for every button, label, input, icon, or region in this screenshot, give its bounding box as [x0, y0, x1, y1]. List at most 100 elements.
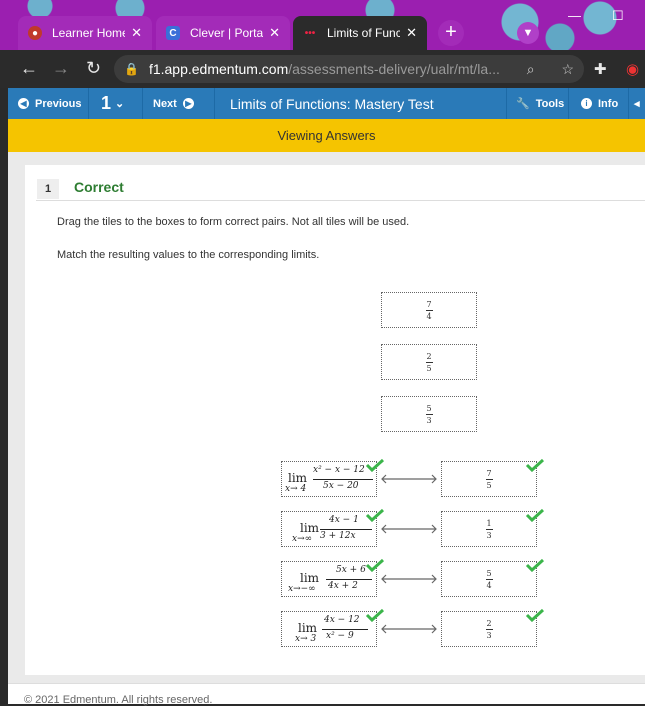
- back-icon[interactable]: ←: [20, 58, 38, 79]
- limit-numerator: 4x − 1: [329, 515, 359, 525]
- instruction-text: Drag the tiles to the boxes to form corr…: [57, 216, 410, 228]
- limit-denominator: 4x + 2: [328, 581, 358, 591]
- tile-numerator: 7: [426, 299, 432, 309]
- limit-symbol: lim: [288, 471, 308, 485]
- close-icon[interactable]: ✕: [131, 25, 142, 41]
- previous-label: Previous: [35, 97, 82, 110]
- question-status: Correct: [74, 179, 124, 195]
- extensions-puzzle-icon[interactable]: ✚: [594, 60, 607, 78]
- divider: [36, 200, 645, 201]
- tile-denominator: 3: [426, 415, 432, 425]
- answer-numerator: 2: [486, 618, 492, 628]
- limit-numerator: x² − x − 12: [313, 465, 365, 475]
- forward-icon[interactable]: →: [52, 58, 70, 79]
- check-icon: [365, 458, 385, 472]
- tools-button[interactable]: 🔧 Tools: [506, 88, 569, 119]
- limit-symbol: lim: [298, 621, 318, 635]
- url-field[interactable]: 🔒 f1.app.edmentum.com/assessments-delive…: [114, 55, 584, 83]
- tab-label: Limits of Func: [327, 26, 401, 40]
- maximize-icon[interactable]: ☐: [612, 8, 624, 24]
- search-icon[interactable]: ⌕: [515, 61, 535, 78]
- star-icon[interactable]: ☆: [549, 61, 574, 78]
- tile-denominator: 5: [426, 363, 432, 373]
- answer-tile[interactable]: 53: [381, 396, 477, 432]
- lock-icon: 🔒: [124, 62, 139, 76]
- limit-subscript: x→−∞: [288, 584, 316, 594]
- browser-tab-clever[interactable]: C Clever | Portal ✕: [156, 16, 290, 50]
- limit-subscript: x→ 3: [295, 634, 317, 644]
- answer-tile[interactable]: 25: [381, 344, 477, 380]
- answer-numerator: 7: [486, 468, 492, 478]
- answer-denominator: 5: [486, 480, 492, 490]
- answer-denominator: 4: [486, 580, 492, 590]
- check-icon: [525, 508, 545, 522]
- limit-denominator: 5x − 20: [323, 481, 359, 491]
- double-arrow-icon: [381, 624, 437, 634]
- check-icon: [525, 558, 545, 572]
- minimize-icon[interactable]: —: [568, 8, 581, 23]
- answer-drop-box[interactable]: 54: [441, 561, 537, 597]
- address-bar-row: ← → ↻ 🔒 f1.app.edmentum.com/assessments-…: [0, 50, 645, 88]
- browser-tab-bar: ● Learner Home ✕ C Clever | Portal ✕ •••…: [0, 0, 645, 50]
- clever-icon: C: [166, 26, 180, 40]
- answer-denominator: 3: [486, 630, 492, 640]
- answer-denominator: 3: [486, 530, 492, 540]
- limit-symbol: lim: [300, 571, 320, 585]
- fraction-bar: [320, 529, 372, 530]
- fraction-bar: [326, 579, 372, 580]
- check-icon: [365, 508, 385, 522]
- tab-label: Clever | Portal: [190, 26, 264, 40]
- tile-numerator: 2: [426, 351, 432, 361]
- tab-search-icon[interactable]: ▼: [517, 22, 539, 44]
- fraction-bar: [313, 479, 373, 480]
- question-number: 1: [101, 93, 112, 113]
- limit-denominator: 3 + 12x: [320, 531, 356, 541]
- answer-drop-box[interactable]: 13: [441, 511, 537, 547]
- close-icon[interactable]: ✕: [269, 25, 280, 41]
- collapse-arrow-icon[interactable]: ◂: [631, 88, 645, 119]
- tile-numerator: 5: [426, 403, 432, 413]
- extension-icon[interactable]: ◉: [626, 60, 639, 78]
- limit-symbol: lim: [300, 521, 320, 535]
- tab-label: Learner Home: [52, 26, 126, 40]
- next-label: Next: [153, 97, 177, 110]
- browser-tab-limits[interactable]: ••• Limits of Func ✕: [293, 16, 427, 50]
- answer-tile[interactable]: 74: [381, 292, 477, 328]
- page-footer: © 2021 Edmentum. All rights reserved.: [8, 683, 645, 706]
- question-card: [25, 165, 645, 675]
- reload-icon[interactable]: ↻: [86, 58, 101, 79]
- answer-drop-box[interactable]: 75: [441, 461, 537, 497]
- wrench-icon: 🔧: [516, 98, 530, 110]
- limit-numerator: 5x + 6: [336, 565, 366, 575]
- browser-tab-learner-home[interactable]: ● Learner Home ✕: [18, 16, 152, 50]
- question-number-badge: 1: [37, 179, 59, 199]
- answer-numerator: 5: [486, 568, 492, 578]
- double-arrow-icon: [381, 524, 437, 534]
- check-icon: [365, 558, 385, 572]
- close-icon[interactable]: ✕: [406, 25, 417, 41]
- url-host: f1.app.edmentum.com: [148, 61, 289, 77]
- double-arrow-icon: [381, 574, 437, 584]
- edmentum-dots-icon: •••: [304, 27, 316, 39]
- tile-denominator: 4: [426, 311, 432, 321]
- edmentum-icon: ●: [28, 26, 42, 40]
- previous-button[interactable]: ◀ Previous: [8, 88, 89, 119]
- question-selector[interactable]: 1 ⌄: [89, 88, 143, 119]
- limit-numerator: 4x − 12: [324, 615, 360, 625]
- answer-drop-box[interactable]: 23: [441, 611, 537, 647]
- info-button[interactable]: i Info: [569, 88, 629, 119]
- next-button[interactable]: Next ▶: [143, 88, 215, 119]
- limit-tile: lim x→ 3 4x − 12 x² − 9: [281, 611, 377, 647]
- new-tab-button[interactable]: +: [438, 20, 464, 46]
- info-icon: i: [581, 98, 592, 109]
- url-path: /assessments-delivery/ualr/mt/la...: [288, 61, 500, 77]
- limit-denominator: x² − 9: [326, 631, 354, 641]
- limit-subscript: x→ 4: [285, 484, 307, 494]
- test-title: Limits of Functions: Mastery Test: [230, 96, 434, 112]
- instruction-text: Match the resulting values to the corres…: [57, 249, 320, 261]
- info-label: Info: [598, 97, 619, 110]
- check-icon: [525, 458, 545, 472]
- tools-label: Tools: [535, 97, 565, 110]
- limit-tile: lim x→−∞ 5x + 6 4x + 2: [281, 561, 377, 597]
- limit-subscript: x→∞: [292, 534, 313, 544]
